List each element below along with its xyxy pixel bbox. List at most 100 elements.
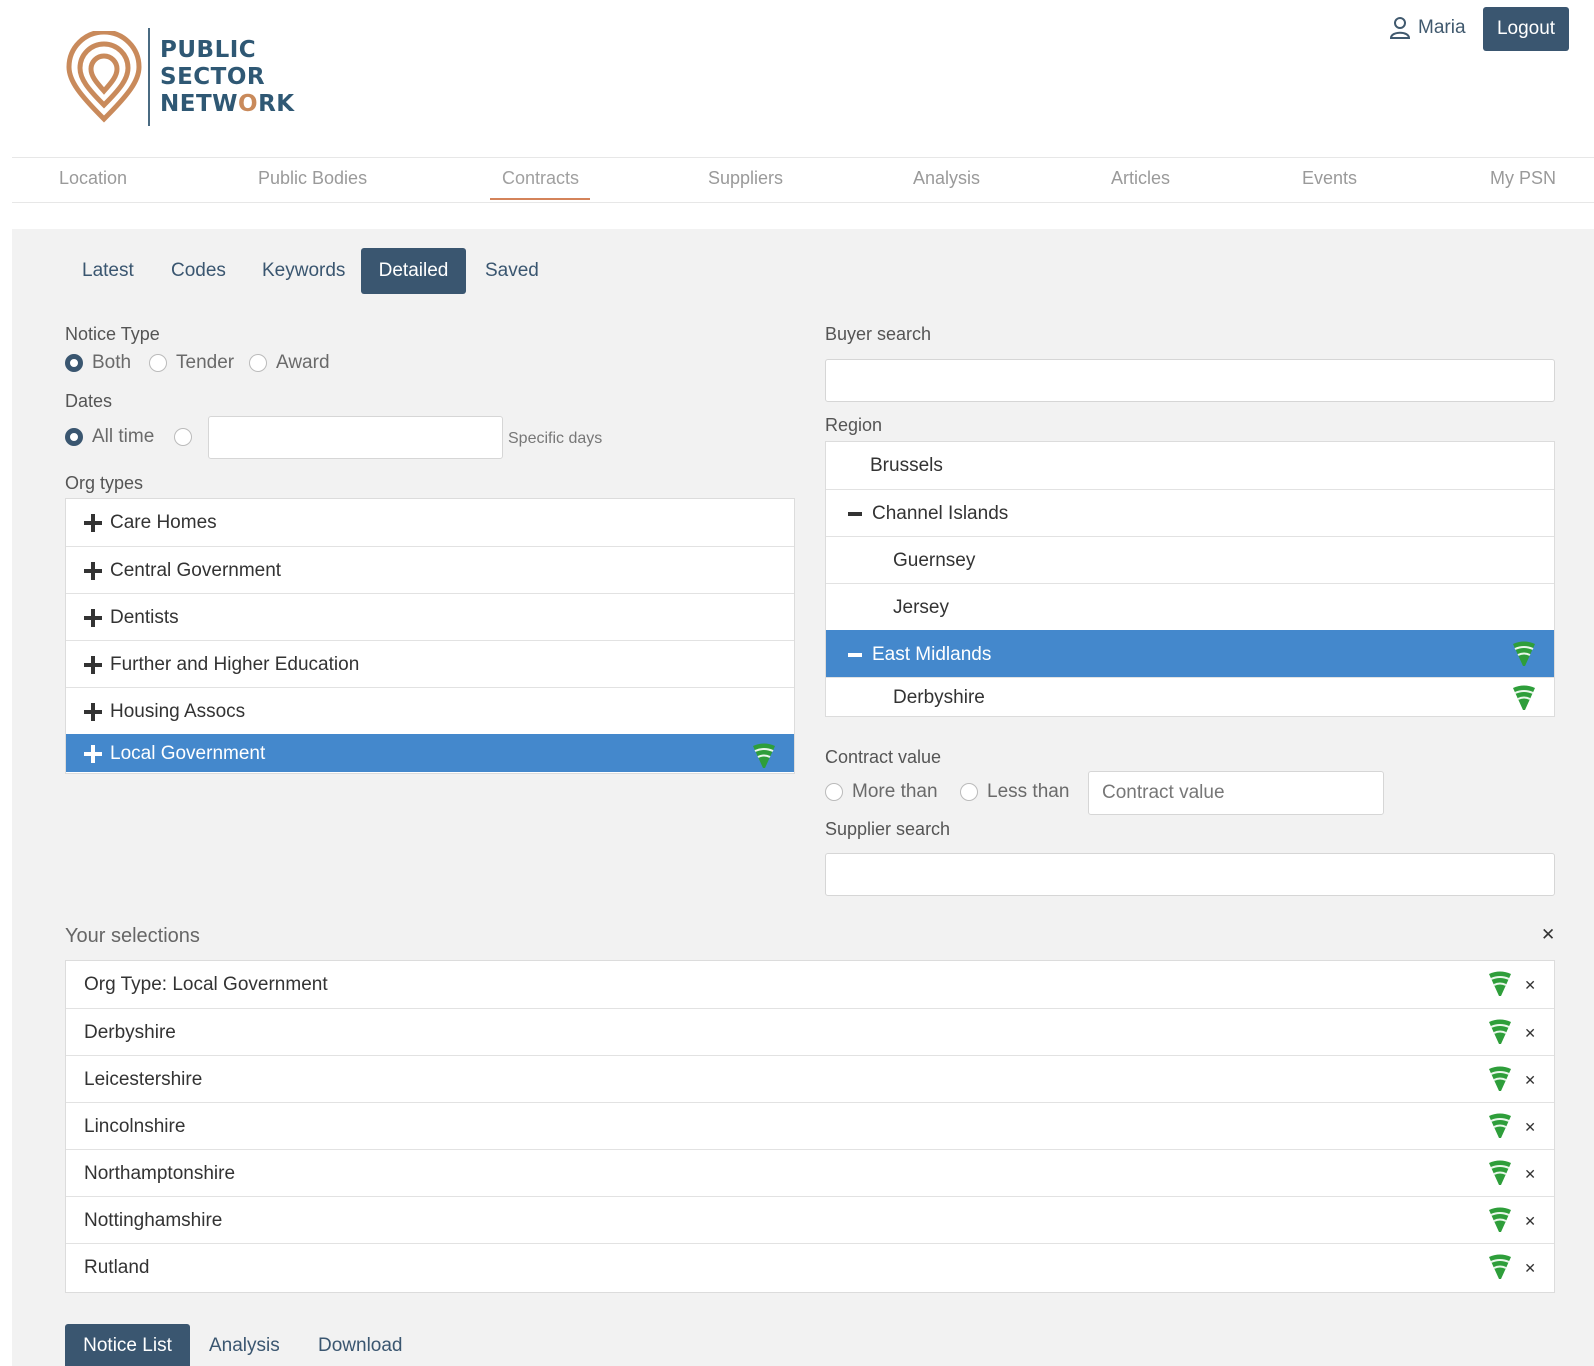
plus-icon [84, 702, 102, 721]
notice-type-tender-radio[interactable] [149, 354, 167, 372]
tab-latest[interactable]: Latest [64, 248, 152, 294]
tab-download[interactable]: Download [301, 1324, 420, 1366]
logo-text: PUBLIC SECTOR NETWORK [160, 36, 295, 117]
nav-analysis[interactable]: Analysis [913, 168, 980, 189]
nav-events[interactable]: Events [1302, 168, 1357, 189]
more-than-label[interactable]: More than [852, 781, 938, 803]
remove-close-icon[interactable]: ✕ [1524, 1025, 1536, 1042]
remove-close-icon[interactable]: ✕ [1524, 1213, 1536, 1230]
selection-item: Org Type: Local Government ✕ [66, 961, 1554, 1009]
notice-type-label: Notice Type [65, 324, 160, 344]
org-type-housing-assocs[interactable]: Housing Assocs [66, 687, 794, 735]
cone-icon[interactable] [1512, 685, 1536, 711]
remove-close-icon[interactable]: ✕ [1524, 1119, 1536, 1136]
your-selections-label: Your selections [65, 925, 200, 947]
nav-articles[interactable]: Articles [1111, 168, 1170, 189]
cone-icon[interactable] [1488, 1019, 1512, 1045]
nav-my-psn[interactable]: My PSN [1490, 168, 1556, 189]
logout-button[interactable]: Logout [1483, 7, 1569, 51]
notice-type-both-label[interactable]: Both [92, 352, 131, 374]
dates-all-time-radio[interactable] [65, 428, 83, 446]
buyer-search-label: Buyer search [825, 324, 932, 344]
remove-close-icon[interactable]: ✕ [1524, 977, 1536, 994]
tab-saved[interactable]: Saved [467, 248, 557, 294]
pin-logo-icon [66, 31, 142, 123]
plus-icon [84, 561, 102, 580]
remove-close-icon[interactable]: ✕ [1524, 1260, 1536, 1277]
notice-type-award-radio[interactable] [249, 354, 267, 372]
region-list: Brussels Channel Islands Guernsey Jersey… [825, 441, 1555, 717]
tab-codes[interactable]: Codes [153, 248, 244, 294]
org-type-further-higher-education[interactable]: Further and Higher Education [66, 640, 794, 688]
cone-icon[interactable] [1488, 1160, 1512, 1186]
user-icon [1390, 17, 1410, 39]
org-type-central-government[interactable]: Central Government [66, 546, 794, 594]
contract-value-label: Contract value [825, 747, 942, 767]
region-derbyshire[interactable]: Derbyshire [826, 677, 1554, 717]
plus-icon [84, 655, 102, 674]
clear-selections-close-icon[interactable]: ✕ [1541, 925, 1555, 945]
selection-item: Nottinghamshire ✕ [66, 1196, 1554, 1244]
minus-icon [846, 505, 864, 523]
supplier-search-input[interactable] [825, 853, 1555, 896]
org-type-dentists[interactable]: Dentists [66, 593, 794, 641]
tab-analysis[interactable]: Analysis [192, 1324, 297, 1366]
region-guernsey[interactable]: Guernsey [826, 536, 1554, 584]
remove-close-icon[interactable]: ✕ [1524, 1072, 1536, 1089]
nav-public-bodies[interactable]: Public Bodies [258, 168, 367, 189]
user-name: Maria [1418, 17, 1466, 38]
active-nav-underline [490, 198, 590, 200]
specific-days-input[interactable] [208, 416, 503, 459]
org-type-care-homes[interactable]: Care Homes [66, 499, 794, 547]
specific-days-label: Specific days [508, 430, 603, 447]
user-menu[interactable]: Maria [1390, 14, 1466, 42]
org-types-list: Care Homes Central Government Dentists F… [65, 498, 795, 774]
selection-item: Northamptonshire ✕ [66, 1149, 1554, 1197]
region-brussels[interactable]: Brussels [826, 442, 1554, 490]
selection-item: Rutland ✕ [66, 1243, 1554, 1291]
dates-all-time-label[interactable]: All time [92, 426, 154, 448]
nav-contracts[interactable]: Contracts [502, 168, 579, 189]
buyer-search-input[interactable] [825, 359, 1555, 402]
main-nav: Location Public Bodies Contracts Supplie… [12, 157, 1594, 203]
cone-icon[interactable] [1488, 1066, 1512, 1092]
remove-close-icon[interactable]: ✕ [1524, 1166, 1536, 1183]
region-label: Region [825, 415, 883, 435]
selections-list: Org Type: Local Government ✕ Derbyshire … [65, 960, 1555, 1293]
nav-location[interactable]: Location [59, 168, 127, 189]
org-types-label: Org types [65, 473, 144, 493]
more-than-radio[interactable] [825, 783, 843, 801]
notice-type-tender-label[interactable]: Tender [176, 352, 234, 374]
supplier-search-label: Supplier search [825, 819, 951, 839]
plus-icon [84, 514, 102, 532]
contract-value-input[interactable] [1088, 771, 1384, 815]
plus-icon [84, 608, 102, 627]
less-than-radio[interactable] [960, 783, 978, 801]
cone-icon[interactable] [1488, 1254, 1512, 1280]
cone-icon[interactable] [1488, 1113, 1512, 1139]
plus-icon [84, 744, 102, 763]
tab-notice-list[interactable]: Notice List [65, 1324, 190, 1366]
logo-divider [148, 28, 150, 126]
org-type-local-government[interactable]: Local Government [66, 734, 794, 772]
tab-keywords[interactable]: Keywords [244, 248, 363, 294]
region-channel-islands[interactable]: Channel Islands [826, 489, 1554, 537]
cone-icon[interactable] [752, 743, 776, 769]
dates-specific-radio[interactable] [174, 428, 192, 446]
notice-type-both-radio[interactable] [65, 354, 83, 372]
notice-type-award-label[interactable]: Award [276, 352, 330, 374]
selection-item: Lincolnshire ✕ [66, 1102, 1554, 1150]
region-jersey[interactable]: Jersey [826, 583, 1554, 631]
cone-icon[interactable] [1488, 971, 1512, 997]
selection-item: Derbyshire ✕ [66, 1008, 1554, 1056]
nav-suppliers[interactable]: Suppliers [708, 168, 783, 189]
minus-icon [846, 646, 864, 664]
psn-logo[interactable]: PUBLIC SECTOR NETWORK [66, 26, 306, 128]
selection-item: Leicestershire ✕ [66, 1055, 1554, 1103]
dates-label: Dates [65, 391, 113, 411]
less-than-label[interactable]: Less than [987, 781, 1069, 803]
cone-icon[interactable] [1512, 641, 1536, 667]
region-east-midlands[interactable]: East Midlands [826, 630, 1554, 678]
cone-icon[interactable] [1488, 1207, 1512, 1233]
tab-detailed[interactable]: Detailed [361, 248, 466, 294]
